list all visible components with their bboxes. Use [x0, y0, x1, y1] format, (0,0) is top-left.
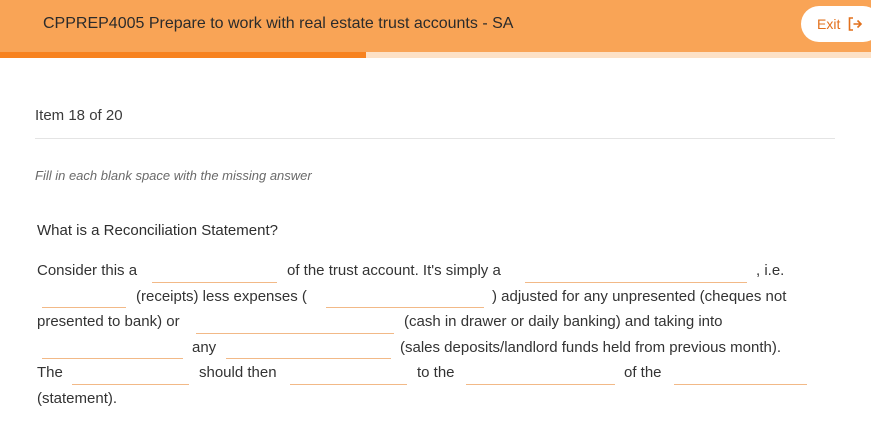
- blank-5[interactable]: [196, 314, 394, 334]
- passage-text: (receipts) less expenses (: [136, 288, 307, 305]
- passage-text: The: [37, 364, 63, 381]
- passage-text: presented to bank) or: [37, 313, 180, 330]
- blank-7[interactable]: [226, 339, 391, 359]
- blank-2[interactable]: [525, 263, 747, 283]
- blank-11[interactable]: [674, 365, 807, 385]
- passage-text: any: [192, 339, 217, 356]
- passage-text: of the: [624, 364, 662, 381]
- blank-10[interactable]: [466, 365, 615, 385]
- blank-4[interactable]: [326, 288, 484, 308]
- passage-text: (cash in drawer or daily banking) and ta…: [404, 313, 723, 330]
- passage-text: (sales deposits/landlord funds held from…: [400, 339, 782, 356]
- blank-1[interactable]: [152, 263, 277, 283]
- passage-text: Consider this a: [37, 262, 138, 279]
- fill-in-passage: Consider this a of the trust account. It…: [0, 0, 871, 424]
- passage-text: of the trust account. It's simply a: [287, 262, 501, 279]
- blank-3[interactable]: [42, 288, 126, 308]
- blank-8[interactable]: [72, 365, 189, 385]
- passage-text: ) adjusted for any unpresented (cheques …: [492, 288, 787, 305]
- blank-6[interactable]: [42, 339, 183, 359]
- blank-9[interactable]: [290, 365, 407, 385]
- passage-text: to the: [417, 364, 455, 381]
- passage-text: (statement).: [37, 390, 118, 407]
- passage-text: , i.e.: [756, 262, 785, 279]
- passage-text: should then: [199, 364, 277, 381]
